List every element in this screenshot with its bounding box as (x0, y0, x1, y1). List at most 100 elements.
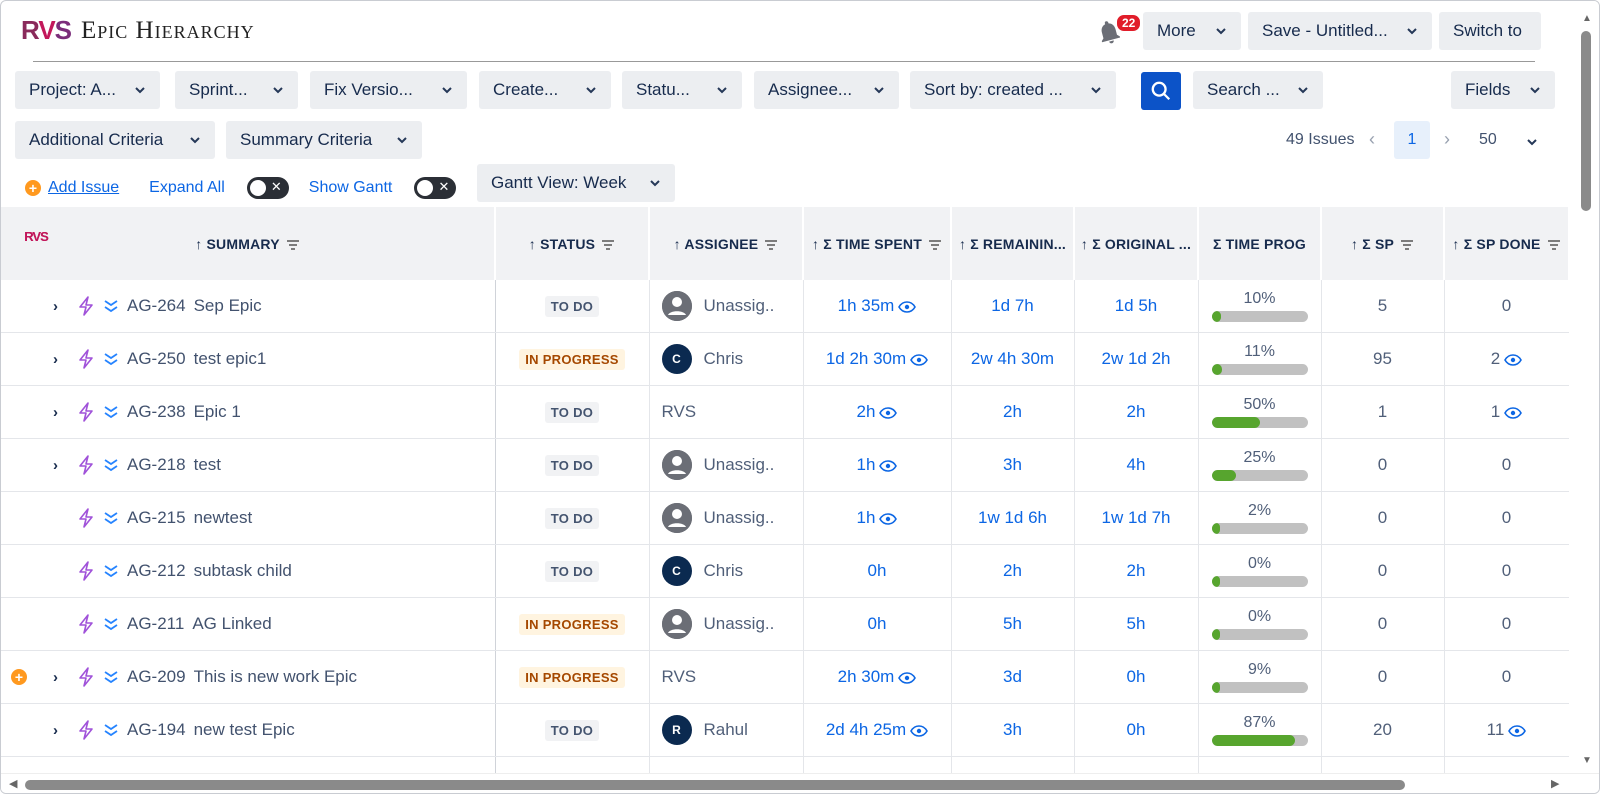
table-row[interactable]: 100% (1, 756, 1569, 773)
issue-summary[interactable]: AG Linked (192, 614, 271, 634)
status-cell[interactable]: TO DO (495, 438, 650, 492)
remaining-value[interactable]: 2h (1003, 402, 1022, 421)
remaining-cell[interactable]: 3h (951, 703, 1075, 757)
assignee-cell[interactable]: Unassig.. (649, 280, 804, 333)
table-row[interactable]: › AG-264 Sep Epic TO DO Unassig.. 1h 35m 1d 7h… (1, 280, 1569, 333)
summary-cell[interactable]: › AG-264 Sep Epic (1, 280, 496, 333)
issue-summary[interactable]: test (194, 455, 221, 475)
remaining-value[interactable]: 2w 4h 30m (971, 349, 1054, 368)
summary-cell[interactable]: ›AG-211AG Linked (1, 597, 496, 651)
expand-all-link[interactable]: Expand All (149, 179, 225, 197)
view-icon[interactable] (910, 724, 929, 737)
remaining-cell[interactable]: 2w 4h 30m (951, 332, 1075, 386)
status-cell[interactable]: TO DO (495, 491, 650, 545)
time-spent-cell[interactable]: 2d 4h 25m (803, 703, 952, 757)
filter-icon[interactable] (286, 239, 300, 250)
horizontal-scrollbar[interactable]: ◀ ▶ (1, 773, 1599, 793)
original-value[interactable]: 4h (1127, 455, 1146, 474)
status-badge[interactable]: TO DO (544, 401, 600, 423)
column-assignee[interactable]: ↑ ASSIGNEE (649, 207, 804, 280)
original-value[interactable]: 0h (1127, 720, 1146, 739)
status-badge[interactable]: TO DO (544, 560, 600, 582)
table-row[interactable]: › AG-194 new test Epic TO DO R Rahul 2d 4h 25m… (1, 703, 1569, 757)
show-gantt-link[interactable]: Show Gantt (309, 179, 393, 197)
column-sp-done[interactable]: ↑ Σ SP DONE (1444, 207, 1569, 280)
column-time-spent[interactable]: ↑ Σ TIME SPENT (803, 207, 952, 280)
show-gantt-toggle[interactable]: ✕ (414, 177, 457, 199)
issue-key[interactable]: AG-238 (127, 402, 186, 422)
status-cell[interactable]: TO DO (495, 544, 650, 598)
status-badge[interactable]: TO DO (544, 454, 600, 476)
original-cell[interactable]: 2h (1074, 385, 1199, 439)
issue-summary[interactable]: subtask child (194, 561, 292, 581)
issue-summary[interactable]: test epic1 (194, 349, 267, 369)
remaining-value[interactable]: 3h (1003, 455, 1022, 474)
remaining-value[interactable]: 1w 1d 6h (978, 508, 1047, 527)
expand-all-toggle[interactable]: ✕ (246, 177, 289, 199)
remaining-cell[interactable]: 1d 7h (951, 280, 1075, 333)
original-value[interactable]: 2h (1127, 402, 1146, 421)
summary-cell[interactable]: ›AG-215newtest (1, 491, 496, 545)
original-value[interactable]: 5h (1127, 614, 1146, 633)
issue-summary[interactable]: This is new work Epic (194, 667, 357, 687)
search-dropdown[interactable]: Search ... (1193, 71, 1323, 109)
created-filter[interactable]: Create... (479, 71, 611, 109)
issue-key[interactable]: AG-218 (127, 455, 186, 475)
column-original[interactable]: ↑ Σ ORIGINAL ... (1074, 207, 1199, 280)
prev-page-icon[interactable]: ‹ (1369, 129, 1375, 150)
column-remaining[interactable]: ↑ Σ REMAININ... (951, 207, 1075, 280)
view-icon[interactable] (879, 459, 898, 472)
original-cell[interactable]: 2h (1074, 544, 1199, 598)
issue-key[interactable]: AG-212 (127, 561, 186, 581)
filter-icon[interactable] (1547, 239, 1561, 250)
time-spent-value[interactable]: 2h (857, 402, 876, 421)
view-icon[interactable] (879, 512, 898, 525)
current-page-button[interactable]: 1 (1394, 121, 1430, 159)
issue-summary[interactable]: new test Epic (194, 720, 295, 740)
assignee-cell[interactable]: RVS RVS (24, 229, 804, 439)
original-cell[interactable]: 0h (1074, 703, 1199, 757)
remaining-value[interactable]: 1d 7h (991, 296, 1034, 315)
fields-button[interactable]: Fields (1451, 71, 1555, 109)
expand-row-icon[interactable]: › (53, 457, 67, 474)
original-cell[interactable]: 0h (1074, 650, 1199, 704)
scroll-right-icon[interactable]: ▶ (1551, 777, 1559, 790)
scroll-left-icon[interactable]: ◀ (9, 777, 17, 790)
sort-dropdown[interactable]: Sort by: created ... (910, 71, 1116, 109)
view-icon[interactable] (1504, 353, 1523, 366)
time-spent-value[interactable]: 1d 2h 30m (826, 349, 906, 368)
more-button[interactable]: More (1143, 12, 1241, 50)
issue-key[interactable]: AG-209 (127, 667, 186, 687)
view-icon[interactable] (1504, 406, 1523, 419)
time-spent-cell[interactable]: 1h (803, 438, 952, 492)
time-spent-cell[interactable]: 1h (803, 491, 952, 545)
original-value[interactable]: 0h (1127, 667, 1146, 686)
original-value[interactable]: 1w 1d 7h (1102, 508, 1171, 527)
project-filter[interactable]: Project: A... (15, 71, 160, 109)
table-row[interactable]: › AG-238 Epic 1 TO DO RVS RVS 2h 2h 2h 50% 1 1 (1, 229, 1569, 439)
assignee-cell[interactable]: R Rahul (649, 703, 804, 757)
vertical-scroll-thumb[interactable] (1581, 31, 1591, 211)
page-size-select[interactable]: 50 (1479, 131, 1497, 149)
add-issue-link[interactable]: Add Issue (48, 179, 119, 197)
original-cell[interactable]: 1w 1d 7h (1074, 491, 1199, 545)
vertical-scrollbar[interactable]: ▲ ▼ (1573, 1, 1599, 773)
status-cell[interactable]: IN PROGRESS (495, 332, 650, 386)
status-badge[interactable]: IN PROGRESS (519, 348, 625, 370)
original-value[interactable]: 2h (1127, 561, 1146, 580)
original-value[interactable]: 1d 5h (1115, 296, 1158, 315)
summary-cell[interactable]: › AG-238 Epic 1 (1, 385, 496, 439)
view-icon[interactable] (910, 353, 929, 366)
time-spent-cell[interactable]: 0h (803, 544, 952, 598)
add-child-icon[interactable]: + (11, 669, 27, 685)
status-cell[interactable]: TO DO (495, 280, 650, 333)
column-summary[interactable]: ↑ SUMMARY (1, 207, 496, 280)
original-cell[interactable]: 1d 5h (1074, 280, 1199, 333)
remaining-cell[interactable]: 2h (951, 385, 1075, 439)
horizontal-scroll-thumb[interactable] (25, 780, 1405, 790)
column-sp[interactable]: ↑ Σ SP (1321, 207, 1445, 280)
expand-row-icon[interactable]: › (53, 404, 67, 421)
original-cell[interactable]: 5h (1074, 597, 1199, 651)
filter-icon[interactable] (601, 239, 615, 250)
time-spent-value[interactable]: 1h (857, 508, 876, 527)
